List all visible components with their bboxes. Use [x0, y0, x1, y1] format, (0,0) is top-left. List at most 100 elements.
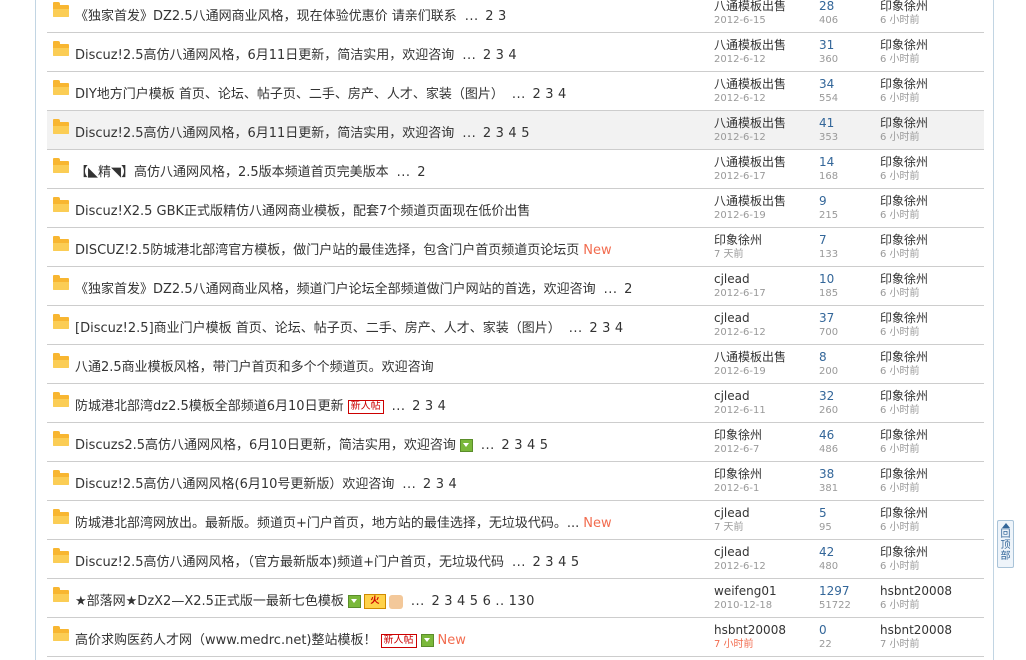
last-poster[interactable]: 印象徐州: [880, 311, 980, 326]
author-name[interactable]: cjlead: [714, 272, 814, 287]
thread-row[interactable]: Discuz!2.5高仿八通网风格，6月11日更新，简洁实用，欢迎咨询 ... 2…: [47, 111, 984, 150]
folder-icon[interactable]: [53, 431, 69, 446]
thread-title-link[interactable]: Discuz!2.5高仿八通网风格，（官方最新版本)频道+门户首页，无垃圾代码: [75, 555, 504, 570]
page-link[interactable]: 2: [589, 321, 598, 336]
last-post-time[interactable]: 6 小时前: [880, 404, 980, 418]
page-link[interactable]: 3: [545, 555, 554, 570]
author-name[interactable]: 印象徐州: [714, 428, 814, 443]
last-post-time[interactable]: 6 小时前: [880, 131, 980, 145]
author-name[interactable]: cjlead: [714, 389, 814, 404]
thread-title-link[interactable]: 八通2.5商业模板风格，带门户首页和多个个频道页。欢迎咨询: [75, 360, 434, 375]
page-link[interactable]: 4: [558, 555, 567, 570]
thread-title-link[interactable]: 《独家首发》DZ2.5八通网商业风格，频道门户论坛全部频道做门户网站的首选，欢迎…: [75, 282, 596, 297]
last-post-time[interactable]: 6 小时前: [880, 365, 980, 379]
last-poster[interactable]: 印象徐州: [880, 233, 980, 248]
author-name[interactable]: 八通模板出售: [714, 38, 814, 53]
reply-count[interactable]: 31: [819, 38, 879, 53]
reply-count[interactable]: 5: [819, 506, 879, 521]
last-post-time[interactable]: 6 小时前: [880, 599, 980, 613]
last-poster[interactable]: 印象徐州: [880, 0, 980, 14]
thread-title-link[interactable]: Discuzs2.5高仿八通网风格，6月10日更新，简洁实用，欢迎咨询: [75, 438, 456, 453]
reply-count[interactable]: 28: [819, 0, 879, 14]
folder-icon[interactable]: [53, 197, 69, 212]
last-poster[interactable]: 印象徐州: [880, 545, 980, 560]
last-poster[interactable]: 印象徐州: [880, 77, 980, 92]
reply-count[interactable]: 32: [819, 389, 879, 404]
page-link[interactable]: 3: [496, 126, 505, 141]
author-name[interactable]: hsbnt20008: [714, 623, 814, 638]
page-link[interactable]: 2: [417, 165, 426, 180]
reply-count[interactable]: 8: [819, 350, 879, 365]
page-link[interactable]: 4: [508, 126, 517, 141]
page-link[interactable]: 3: [444, 594, 453, 609]
page-link[interactable]: 4: [558, 87, 567, 102]
thread-title-link[interactable]: Discuz!2.5高仿八通网风格(6月10号更新版）欢迎咨询: [75, 477, 394, 492]
last-post-time[interactable]: 6 小时前: [880, 209, 980, 223]
folder-icon[interactable]: [53, 158, 69, 173]
page-link[interactable]: ..: [495, 594, 504, 609]
page-link[interactable]: 4: [438, 399, 447, 414]
thread-row[interactable]: 防城港北部湾dz2.5模板全部频道6月10日更新 新人帖 ... 2 3 4 cjlead…: [47, 384, 984, 423]
page-link[interactable]: 2: [485, 9, 494, 24]
last-post-time[interactable]: 6 小时前: [880, 326, 980, 340]
page-link[interactable]: 3: [514, 438, 523, 453]
thread-row[interactable]: Discuz!2.5高仿八通网风格，6月11日更新，简洁实用，欢迎咨询 ... 2…: [47, 33, 984, 72]
last-poster[interactable]: 印象徐州: [880, 194, 980, 209]
thread-row[interactable]: DIY地方门户模板 首页、论坛、帖子页、二手、房产、人才、家装（图片） ... 2…: [47, 72, 984, 111]
page-link[interactable]: 3: [602, 321, 611, 336]
thread-title-link[interactable]: 高价求购医药人才网（www.medrc.net)整站模板！: [75, 633, 377, 648]
last-poster[interactable]: 印象徐州: [880, 155, 980, 170]
thread-row[interactable]: 八通2.5商业模板风格，带门户首页和多个个频道页。欢迎咨询 八通模板出售 2012-…: [47, 345, 984, 384]
folder-icon[interactable]: [53, 509, 69, 524]
last-post-time[interactable]: 6 小时前: [880, 53, 980, 67]
page-link[interactable]: 5: [540, 438, 549, 453]
reply-count[interactable]: 10: [819, 272, 879, 287]
last-post-time[interactable]: 6 小时前: [880, 14, 980, 28]
thread-row[interactable]: Discuz!X2.5 GBK正式版精仿八通网商业模板，配套7个频道页面现在低价…: [47, 189, 984, 228]
reply-count[interactable]: 14: [819, 155, 879, 170]
author-name[interactable]: cjlead: [714, 311, 814, 326]
thread-title-link[interactable]: 【◣精◥】高仿八通网风格，2.5版本频道首页完美版本: [75, 165, 389, 180]
page-link[interactable]: 2: [624, 282, 633, 297]
page-link[interactable]: 4: [527, 438, 536, 453]
thread-title-link[interactable]: 防城港北部湾网放出。最新版。频道页+门户首页，地方站的最佳选择，无垃圾代码。..…: [75, 516, 579, 531]
last-poster[interactable]: 印象徐州: [880, 116, 980, 131]
page-link[interactable]: 3: [545, 87, 554, 102]
page-link[interactable]: 2: [501, 438, 510, 453]
thread-title-link[interactable]: Discuz!2.5高仿八通网风格，6月11日更新，简洁实用，欢迎咨询: [75, 126, 454, 141]
thread-row[interactable]: Discuz!2.5高仿八通网风格(6月10号更新版）欢迎咨询 ... 2 3 4 印象…: [47, 462, 984, 501]
thread-row[interactable]: Discuz!2.5高仿八通网风格，（官方最新版本)频道+门户首页，无垃圾代码.…: [47, 540, 984, 579]
reply-count[interactable]: 34: [819, 77, 879, 92]
page-link[interactable]: 2: [483, 126, 492, 141]
thread-title-link[interactable]: [Discuz!2.5]商业门户模板 首页、论坛、帖子页、二手、房产、人才、家装…: [75, 321, 561, 336]
reply-count[interactable]: 41: [819, 116, 879, 131]
reply-count[interactable]: 37: [819, 311, 879, 326]
author-name[interactable]: weifeng01: [714, 584, 814, 599]
folder-icon[interactable]: [53, 41, 69, 56]
folder-icon[interactable]: [53, 314, 69, 329]
page-link[interactable]: 5: [521, 126, 530, 141]
last-post-time[interactable]: 6 小时前: [880, 170, 980, 184]
page-link[interactable]: 3: [498, 9, 507, 24]
folder-icon[interactable]: [53, 548, 69, 563]
page-link[interactable]: 3: [496, 48, 505, 63]
last-post-time[interactable]: 6 小时前: [880, 248, 980, 262]
folder-icon[interactable]: [53, 236, 69, 251]
author-name[interactable]: 八通模板出售: [714, 0, 814, 14]
page-link[interactable]: 2: [533, 555, 542, 570]
author-name[interactable]: 八通模板出售: [714, 77, 814, 92]
last-post-time[interactable]: 6 小时前: [880, 560, 980, 574]
page-link[interactable]: 2: [532, 87, 541, 102]
author-name[interactable]: cjlead: [714, 506, 814, 521]
last-poster[interactable]: 印象徐州: [880, 467, 980, 482]
reply-count[interactable]: 38: [819, 467, 879, 482]
thread-row[interactable]: 防城港北部湾网放出。最新版。频道页+门户首页，地方站的最佳选择，无垃圾代码。..…: [47, 501, 984, 540]
thread-title-link[interactable]: 防城港北部湾dz2.5模板全部频道6月10日更新: [75, 399, 344, 414]
author-name[interactable]: 印象徐州: [714, 233, 814, 248]
folder-icon[interactable]: [53, 470, 69, 485]
reply-count[interactable]: 46: [819, 428, 879, 443]
page-link[interactable]: 2: [423, 477, 432, 492]
thread-row[interactable]: Discuzs2.5高仿八通网风格，6月10日更新，简洁实用，欢迎咨询 ... 2…: [47, 423, 984, 462]
page-link[interactable]: 5: [571, 555, 580, 570]
thread-row[interactable]: 【◣精◥】高仿八通网风格，2.5版本频道首页完美版本 ... 2 八通模板出售 201…: [47, 150, 984, 189]
